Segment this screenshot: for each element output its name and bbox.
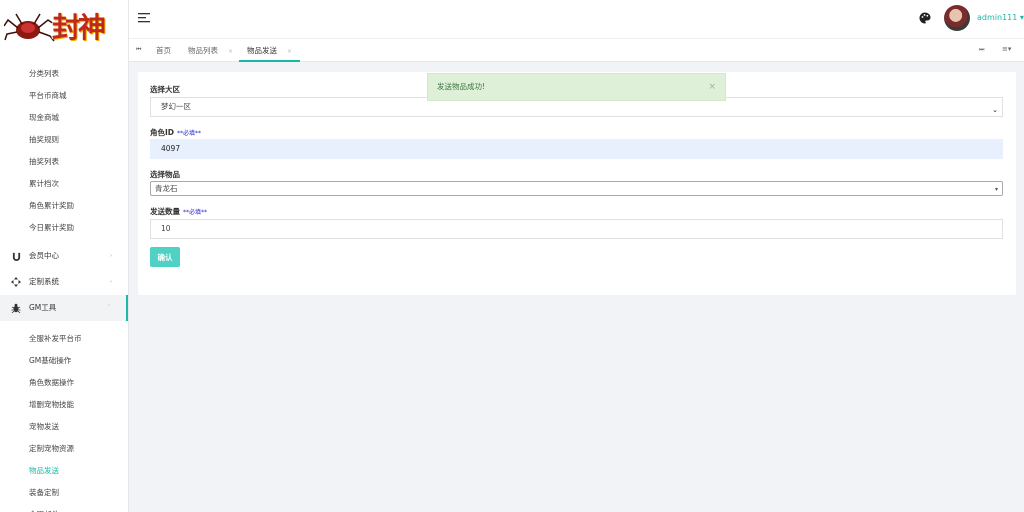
sidebar-item[interactable]: 宠物发送 (0, 416, 128, 438)
region-label: 选择大区 (150, 84, 180, 95)
tab-label: 物品发送 (247, 46, 277, 55)
sidebar-item[interactable]: 定制宠物资源 (0, 438, 128, 460)
sidebar-item[interactable]: 全服补发平台币 (0, 328, 128, 350)
avatar[interactable] (944, 5, 970, 31)
chevron-down-icon: ⌄ (992, 106, 998, 114)
sidebar-group-custom[interactable]: 定制系统 › (0, 269, 128, 295)
hamburger-menu-icon[interactable] (138, 13, 150, 23)
sidebar-menu: 分类列表 平台币商城 现金商城 抽奖规则 抽奖列表 累计档次 角色累计奖励 今日… (0, 60, 128, 512)
logo-text: 封神 (52, 11, 106, 44)
region-select-value: 梦幻一区 (161, 102, 191, 111)
move-icon (11, 277, 21, 287)
item-select-value: 青龙石 (155, 184, 178, 193)
tab-scroll-right-icon[interactable]: ⏭ (979, 46, 984, 54)
quantity-value: 10 (161, 224, 171, 233)
sidebar-group-label: 会员中心 (29, 251, 59, 260)
sidebar-group-label: 定制系统 (29, 277, 59, 286)
region-label-text: 选择大区 (150, 85, 180, 94)
role-id-label-text: 角色ID (150, 128, 175, 137)
tab-close-icon[interactable]: × (287, 48, 292, 55)
item-label: 选择物品 (150, 169, 180, 180)
sidebar-item[interactable]: 角色累计奖励 (0, 195, 128, 217)
spider-logo-icon (4, 13, 55, 42)
sidebar-item[interactable]: 全服邮件 (0, 504, 128, 512)
sidebar-item[interactable]: 分类列表 (0, 63, 128, 85)
quantity-label-text: 发送数量 (150, 207, 180, 216)
item-select[interactable]: 青龙石 ▾ (150, 181, 1003, 196)
caret-down-icon: ▾ (994, 186, 998, 193)
required-note: **必填** (177, 130, 202, 137)
sidebar-group-gm[interactable]: GM工具 ˇ (0, 295, 128, 321)
tab-item-send[interactable]: 物品发送 × (239, 39, 301, 62)
sidebar-item[interactable]: 角色数据操作 (0, 372, 128, 394)
sidebar-item[interactable]: 抽奖列表 (0, 151, 128, 173)
sidebar-item[interactable]: 现金商城 (0, 107, 128, 129)
tab-bar: ⏮ 首页 物品列表 × 物品发送 × ⏭ ≡▾ (129, 38, 1024, 62)
tab-item-list[interactable]: 物品列表 × (188, 39, 233, 62)
sidebar-item[interactable]: GM基础操作 (0, 350, 128, 372)
sidebar-item[interactable]: 装备定制 (0, 482, 128, 504)
required-note: **必填** (183, 209, 208, 216)
sidebar: 封神 分类列表 平台币商城 现金商城 抽奖规则 抽奖列表 累计档次 角色累计奖励… (0, 0, 129, 512)
sidebar-group-label: GM工具 (29, 303, 57, 312)
chevron-right-icon: › (110, 253, 112, 259)
username-dropdown[interactable]: admin111 ▾ (977, 13, 1024, 22)
sidebar-item[interactable]: 抽奖规则 (0, 129, 128, 151)
sidebar-item[interactable]: 累计档次 (0, 173, 128, 195)
close-icon[interactable]: × (708, 74, 716, 100)
top-header: admin111 ▾ (129, 0, 1024, 38)
tab-label: 物品列表 (188, 46, 218, 55)
sidebar-item-active[interactable]: 物品发送 (0, 460, 128, 482)
tab-label: 首页 (156, 46, 171, 55)
toast-message: 发送物品成功! (437, 82, 486, 91)
confirm-button[interactable]: 确认 (150, 247, 180, 267)
logo: 封神 (0, 0, 128, 60)
role-id-value: 4097 (161, 144, 181, 153)
tab-close-icon[interactable]: × (228, 48, 233, 55)
username: admin111 (977, 13, 1018, 22)
quantity-input[interactable]: 10 (150, 219, 1003, 239)
sidebar-item[interactable]: 平台币商城 (0, 85, 128, 107)
sidebar-item[interactable]: 今日累计奖励 (0, 217, 128, 239)
palette-icon[interactable] (919, 12, 931, 24)
magnet-icon (11, 251, 21, 261)
item-label-text: 选择物品 (150, 170, 180, 179)
chevron-right-icon: › (110, 279, 112, 285)
role-id-input[interactable]: 4097 (150, 139, 1003, 159)
form-card: 选择大区 梦幻一区 ⌄ 角色ID **必填** 4097 选择物品 青龙石 ▾ 发… (138, 72, 1016, 295)
bug-icon (11, 303, 21, 313)
caret-down-icon: ▾ (1017, 13, 1024, 22)
tab-options-icon[interactable]: ≡▾ (1002, 45, 1011, 53)
quantity-label: 发送数量 **必填** (150, 206, 207, 217)
chevron-down-icon: ˇ (107, 305, 111, 311)
sidebar-group-member[interactable]: 会员中心 › (0, 243, 128, 269)
tab-scroll-left-icon[interactable]: ⏮ (136, 46, 141, 54)
success-toast: 发送物品成功! × (427, 73, 726, 101)
tab-home[interactable]: 首页 (156, 39, 171, 62)
role-id-label: 角色ID **必填** (150, 127, 201, 138)
sidebar-item[interactable]: 增删宠物技能 (0, 394, 128, 416)
